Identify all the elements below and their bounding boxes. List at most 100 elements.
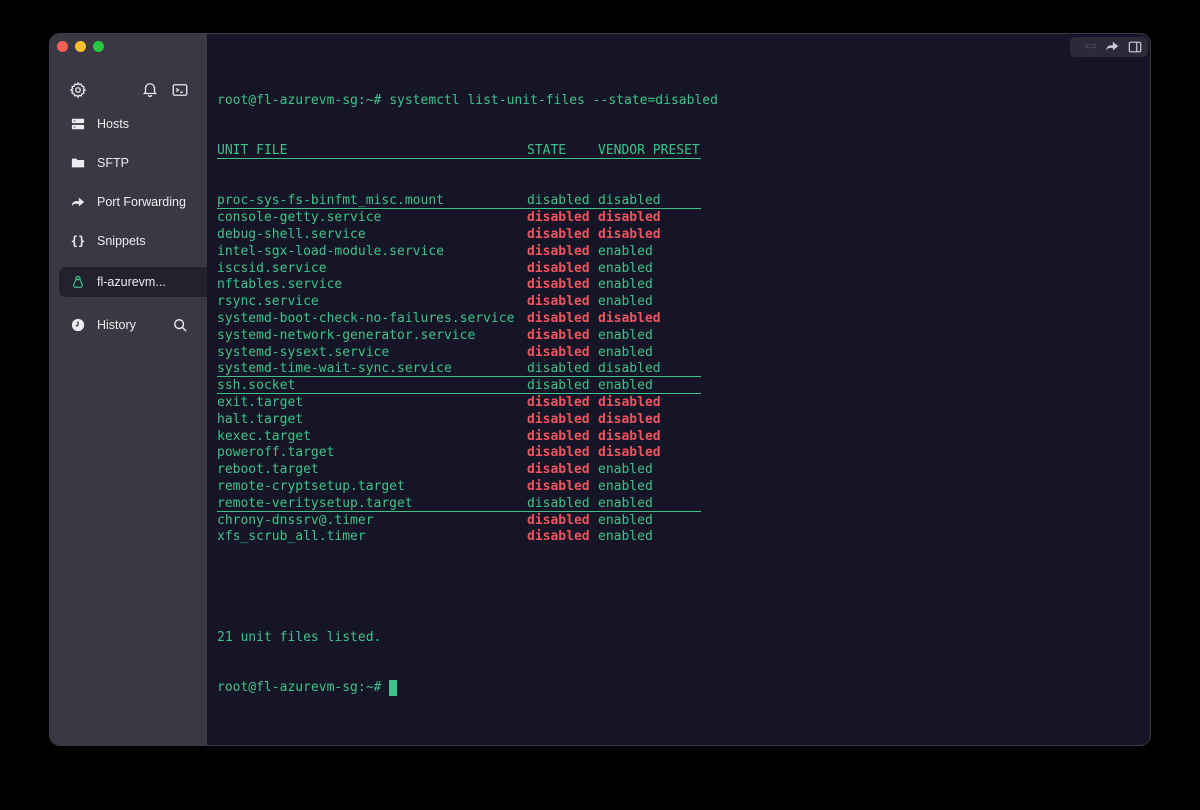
unit-file-name: kexec.target <box>217 428 311 444</box>
unit-file-name: xfs_scrub_all.timer <box>217 529 366 545</box>
vendor-preset: enabled <box>598 294 653 310</box>
prompt: root@fl-azurevm-sg:~# <box>217 680 390 696</box>
side-panel-toggle-icon[interactable] <box>1128 40 1142 54</box>
sidebar-item-port-forwarding[interactable]: Port Forwarding <box>50 187 207 217</box>
table-row: nftables.service disabled enabled <box>217 277 718 294</box>
prompt: root@fl-azurevm-sg:~# <box>217 92 390 108</box>
sidebar-item-snippets[interactable]: {} Snippets <box>50 226 207 256</box>
vendor-preset: disabled <box>598 428 661 444</box>
bell-icon[interactable] <box>141 80 159 98</box>
summary-line: 21 unit files listed. <box>217 630 382 646</box>
vendor-preset: disabled <box>598 310 661 326</box>
table-row: systemd-sysext.service disabled enabled <box>217 345 718 362</box>
unit-state: disabled <box>527 310 590 326</box>
table-row: debug-shell.service disabled disabled <box>217 227 718 244</box>
unit-file-name: remote-veritysetup.target <box>217 495 413 511</box>
unit-state: disabled <box>527 226 590 242</box>
command: systemctl list-unit-files --state=disabl… <box>389 92 718 108</box>
table-row: systemd-time-wait-sync.service disabled di… <box>217 361 718 378</box>
table-row: xfs_scrub_all.timer disabled enabled <box>217 529 718 546</box>
vendor-preset: disabled <box>598 411 661 427</box>
unit-state: disabled <box>527 394 590 410</box>
table-row: remote-cryptsetup.target disabled enabled <box>217 479 718 496</box>
column-header-unit: UNIT FILE <box>217 142 288 158</box>
linux-tux-icon <box>70 274 86 290</box>
text-cursor <box>389 680 398 697</box>
unit-state: disabled <box>527 495 590 511</box>
sidebar-item-sftp[interactable]: SFTP <box>50 148 207 178</box>
braces-icon: {} <box>70 234 86 248</box>
table-row: poweroff.target disabled disabled <box>217 445 718 462</box>
vendor-preset: disabled <box>598 210 661 226</box>
vendor-preset: enabled <box>598 512 653 528</box>
unit-file-name: iscsid.service <box>217 260 327 276</box>
table-row: iscsid.service disabled enabled <box>217 261 718 278</box>
table-row: kexec.target disabled disabled <box>217 429 718 446</box>
sidebar-item-hosts[interactable]: Hosts <box>50 109 207 139</box>
close-window-button[interactable] <box>57 41 68 52</box>
sidebar: Hosts SFTP Port Forwarding {} Snippets f… <box>50 34 207 745</box>
unit-state: disabled <box>527 361 590 377</box>
unit-state: disabled <box>527 512 590 528</box>
sidebar-item-label: fl-azurevm... <box>97 275 166 289</box>
final-prompt-line: root@fl-azurevm-sg:~# <box>217 680 718 697</box>
forward-arrow-icon <box>70 194 86 210</box>
unit-state: disabled <box>527 378 590 394</box>
vendor-preset: disabled <box>598 394 661 410</box>
vendor-preset: enabled <box>598 495 653 511</box>
unit-state: disabled <box>527 260 590 276</box>
sidebar-item-label: Port Forwarding <box>97 195 186 209</box>
unit-file-name: rsync.service <box>217 294 319 310</box>
sidebar-item-label: SFTP <box>97 156 129 170</box>
unit-state: disabled <box>527 428 590 444</box>
command-line: root@fl-azurevm-sg:~# systemctl list-uni… <box>217 93 718 110</box>
link-icon[interactable]: ⊂⊃ <box>1085 42 1096 52</box>
unit-state: disabled <box>527 327 590 343</box>
column-header-state: STATE <box>527 142 567 158</box>
share-arrow-icon[interactable] <box>1105 40 1119 54</box>
minimize-window-button[interactable] <box>75 41 86 52</box>
vendor-preset: enabled <box>598 327 653 343</box>
column-header-vendor: VENDOR PRESET <box>598 142 700 158</box>
sidebar-toolbar <box>50 80 207 100</box>
vendor-preset: disabled <box>598 226 661 242</box>
sidebar-item-label: History <box>97 318 136 332</box>
unit-state: disabled <box>527 243 590 259</box>
unit-state: disabled <box>527 411 590 427</box>
unit-file-name: console-getty.service <box>217 210 382 226</box>
terminal-icon[interactable] <box>171 81 189 99</box>
table-row: systemd-network-generator.service disable… <box>217 328 718 345</box>
table-row: ssh.socket disabled enabled <box>217 378 718 395</box>
search-icon[interactable] <box>173 318 187 332</box>
table-row: exit.target disabled disabled <box>217 395 718 412</box>
folder-icon <box>70 155 86 171</box>
unit-file-name: remote-cryptsetup.target <box>217 478 405 494</box>
unit-file-name: exit.target <box>217 394 304 410</box>
unit-file-name: ssh.socket <box>217 378 296 394</box>
unit-file-name: systemd-sysext.service <box>217 344 390 360</box>
sidebar-item-session-tab[interactable]: fl-azurevm... <box>59 267 207 297</box>
table-row: rsync.service disabled enabled <box>217 294 718 311</box>
settings-gear-icon[interactable] <box>69 81 87 99</box>
unit-file-name: halt.target <box>217 411 304 427</box>
table-row: intel-sgx-load-module.service disabled ena… <box>217 244 718 261</box>
terminal-output[interactable]: root@fl-azurevm-sg:~# systemctl list-uni… <box>217 59 718 731</box>
unit-state: disabled <box>527 277 590 293</box>
terminal-toolbar: ⊂⊃ <box>1070 37 1148 57</box>
unit-file-name: systemd-time-wait-sync.service <box>217 361 452 377</box>
table-row: proc-sys-fs-binfmt_misc.mount disabled dis… <box>217 193 718 210</box>
unit-file-name: chrony-dnssrv@.timer <box>217 512 374 528</box>
table-row: reboot.target disabled enabled <box>217 462 718 479</box>
unit-state: disabled <box>527 193 590 209</box>
unit-file-name: poweroff.target <box>217 445 335 461</box>
vendor-preset: enabled <box>598 260 653 276</box>
table-row: chrony-dnssrv@.timer disabled enabled <box>217 513 718 530</box>
vendor-preset: enabled <box>598 462 653 478</box>
vendor-preset: enabled <box>598 344 653 360</box>
sidebar-item-label: Snippets <box>97 234 146 248</box>
unit-state: disabled <box>527 210 590 226</box>
unit-state: disabled <box>527 462 590 478</box>
zoom-window-button[interactable] <box>93 41 104 52</box>
unit-file-name: reboot.target <box>217 462 319 478</box>
sidebar-item-history[interactable]: History <box>50 310 207 340</box>
